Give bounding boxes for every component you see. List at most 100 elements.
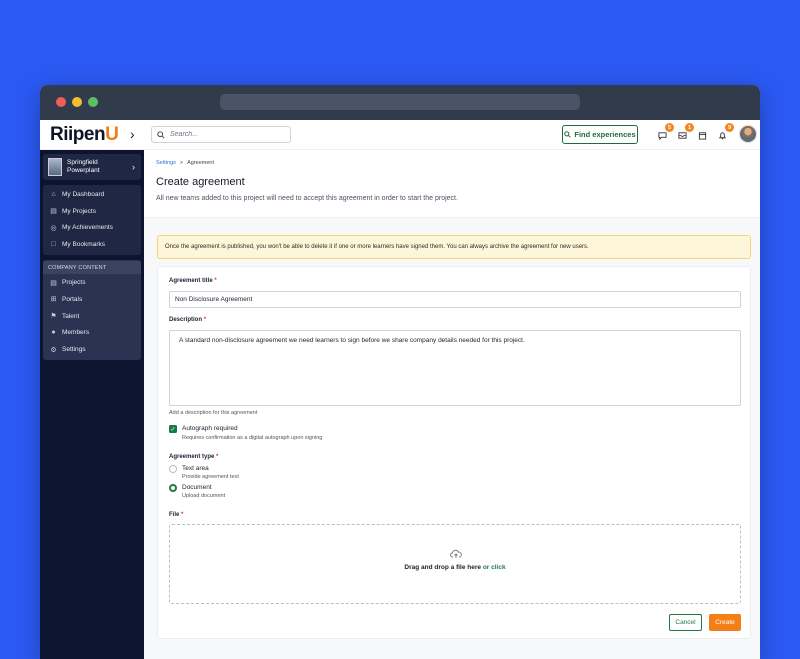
breadcrumb-current: Agreement bbox=[187, 160, 214, 166]
page-title: Create agreement bbox=[156, 176, 245, 188]
warning-text: Once the agreement is published, you won… bbox=[165, 244, 589, 250]
calendar-icon bbox=[698, 131, 706, 140]
required-mark: * bbox=[214, 278, 217, 284]
find-experiences-label: Find experiences bbox=[574, 130, 636, 139]
sidebar-item-projects[interactable]: ▤ Projects bbox=[43, 274, 141, 291]
main-content: Settings > Agreement Create agreement Al… bbox=[144, 150, 760, 659]
find-experiences-button[interactable]: Find experiences bbox=[562, 125, 638, 144]
window-titlebar bbox=[40, 85, 760, 120]
user-avatar[interactable] bbox=[739, 125, 757, 143]
required-mark: * bbox=[203, 317, 207, 323]
organization-name-line-2: Powerplant bbox=[67, 167, 100, 174]
sidebar-item-members[interactable]: ● Members bbox=[43, 325, 141, 342]
browser-window: RiipenU › Find experiences 5 1 9 bbox=[40, 85, 760, 659]
organization-logo bbox=[48, 158, 62, 176]
organization-name: Springfield Powerplant bbox=[67, 159, 122, 175]
sidebar-item-label: Portals bbox=[62, 295, 83, 303]
folder-icon: ▤ bbox=[50, 208, 57, 216]
sidebar-item-label: My Projects bbox=[62, 207, 96, 215]
messages-button[interactable]: 5 bbox=[655, 123, 674, 142]
dropzone-text: Drag and drop a file here or click bbox=[170, 564, 740, 571]
sidebar-item-talent[interactable]: ⚑ Talent bbox=[43, 308, 141, 325]
sidebar-item-my-dashboard[interactable]: ⌂ My Dashboard bbox=[43, 186, 141, 203]
agreement-type-label: Agreement type * bbox=[169, 454, 218, 460]
label-text: Description bbox=[169, 317, 203, 323]
cloud-upload-icon bbox=[450, 549, 462, 558]
bell-icon bbox=[718, 131, 726, 139]
badge-icon: ◎ bbox=[50, 224, 57, 232]
description-textarea[interactable]: A standard non-disclosure agreement we n… bbox=[169, 330, 741, 406]
inbox-badge: 1 bbox=[685, 123, 694, 132]
chevron-right-icon: › bbox=[132, 162, 135, 172]
maximize-window-button[interactable] bbox=[88, 97, 98, 107]
talent-icon: ⚑ bbox=[50, 313, 57, 321]
breadcrumb-separator: > bbox=[179, 160, 184, 166]
page-subtitle: All new teams added to this project will… bbox=[156, 195, 458, 202]
address-bar[interactable] bbox=[220, 94, 580, 110]
description-label: Description * bbox=[169, 317, 206, 323]
notifications-badge: 9 bbox=[725, 123, 734, 132]
inbox-icon bbox=[677, 131, 687, 139]
autograph-checkbox[interactable]: ✓ bbox=[169, 425, 177, 433]
company-content-heading: COMPANY CONTENT bbox=[43, 261, 141, 275]
required-mark: * bbox=[216, 454, 219, 460]
sidebar-item-my-projects[interactable]: ▤ My Projects bbox=[43, 203, 141, 220]
text-area-radio[interactable] bbox=[169, 465, 177, 473]
organization-switcher[interactable]: Springfield Powerplant › bbox=[43, 154, 141, 180]
dropzone-click-link[interactable]: or click bbox=[483, 564, 506, 571]
document-option-label: Document bbox=[182, 484, 212, 491]
autograph-label: Autograph required bbox=[182, 425, 238, 432]
sidebar: Springfield Powerplant › ⌂ My Dashboard ▤… bbox=[40, 150, 144, 659]
gear-icon: ⚙ bbox=[50, 346, 57, 354]
sidebar-item-label: Projects bbox=[62, 279, 86, 287]
text-area-option-label: Text area bbox=[182, 465, 209, 472]
label-text: Agreement title bbox=[169, 278, 213, 284]
autograph-description: Requires confirmation as a digital autog… bbox=[182, 435, 323, 441]
folder-icon: ▤ bbox=[50, 279, 57, 287]
sidebar-item-label: Members bbox=[62, 329, 90, 337]
logo-accent: U bbox=[105, 124, 119, 145]
label-text: Agreement type bbox=[169, 454, 215, 460]
chevron-right-icon[interactable]: › bbox=[130, 126, 135, 142]
create-button[interactable]: Create bbox=[709, 614, 741, 631]
sidebar-item-portals[interactable]: ⊞ Portals bbox=[43, 291, 141, 308]
agreement-form: Agreement title * Description * A standa… bbox=[157, 266, 751, 639]
agreement-title-input[interactable] bbox=[169, 291, 741, 308]
close-window-button[interactable] bbox=[56, 97, 66, 107]
search-box[interactable] bbox=[151, 126, 291, 143]
file-label: File * bbox=[169, 512, 183, 518]
sidebar-item-label: Settings bbox=[62, 346, 86, 354]
calendar-button[interactable] bbox=[695, 128, 709, 142]
breadcrumb-settings-link[interactable]: Settings bbox=[156, 160, 176, 166]
agreement-title-label: Agreement title * bbox=[169, 278, 217, 284]
document-option-description: Upload document bbox=[182, 493, 226, 499]
members-icon: ● bbox=[51, 329, 56, 337]
minimize-window-button[interactable] bbox=[72, 97, 82, 107]
file-dropzone[interactable]: Drag and drop a file here or click bbox=[169, 524, 741, 604]
warning-banner: Once the agreement is published, you won… bbox=[157, 235, 751, 259]
chat-icon bbox=[657, 131, 667, 140]
required-mark: * bbox=[181, 512, 184, 518]
company-nav: COMPANY CONTENT ▤ Projects ⊞ Portals ⚑ Tale… bbox=[43, 260, 141, 361]
dropzone-instruction: Drag and drop a file here bbox=[404, 564, 481, 571]
portal-icon: ⊞ bbox=[50, 296, 57, 304]
messages-badge: 5 bbox=[665, 123, 674, 132]
top-navbar: RiipenU › Find experiences 5 1 9 bbox=[40, 120, 760, 150]
riipenu-logo[interactable]: RiipenU bbox=[50, 124, 119, 146]
sidebar-item-my-bookmarks[interactable]: □ My Bookmarks bbox=[43, 236, 141, 253]
sidebar-item-my-achievements[interactable]: ◎ My Achievements bbox=[43, 220, 141, 237]
search-icon bbox=[564, 131, 572, 138]
search-input[interactable] bbox=[170, 131, 280, 138]
sidebar-item-label: My Bookmarks bbox=[62, 241, 105, 249]
notifications-button[interactable]: 9 bbox=[715, 123, 734, 142]
cancel-button[interactable]: Cancel bbox=[669, 614, 702, 631]
description-helper-text: Add a description for this agreement bbox=[169, 410, 258, 416]
home-icon: ⌂ bbox=[51, 190, 56, 198]
page-header: Settings > Agreement Create agreement Al… bbox=[144, 150, 760, 218]
inbox-button[interactable]: 1 bbox=[675, 123, 694, 142]
organization-name-line-1: Springfield bbox=[67, 159, 98, 166]
label-text: File bbox=[169, 512, 180, 518]
document-radio[interactable] bbox=[169, 484, 177, 492]
breadcrumb: Settings > Agreement bbox=[156, 160, 748, 166]
sidebar-item-settings[interactable]: ⚙ Settings bbox=[43, 341, 141, 358]
